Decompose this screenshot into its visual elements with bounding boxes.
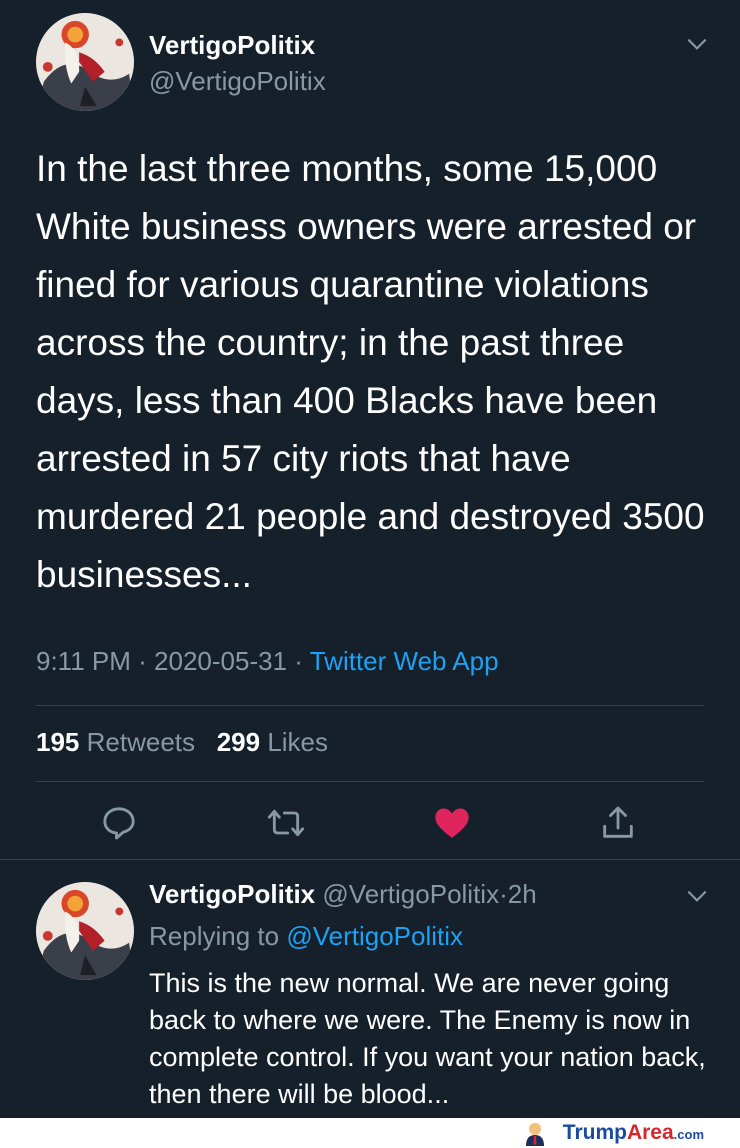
tweet-meta: 9:11 PM · 2020-05-31 · Twitter Web App bbox=[36, 646, 499, 677]
watermark-bar: TrumpArea.com bbox=[0, 1118, 740, 1148]
display-name[interactable]: VertigoPolitix bbox=[149, 30, 315, 61]
brand-first: Trump bbox=[562, 1121, 627, 1144]
brand-second: Area bbox=[626, 1121, 674, 1144]
watermark-brand: TrumpArea.com bbox=[563, 1121, 704, 1145]
tweet-source-link[interactable]: Twitter Web App bbox=[310, 646, 499, 676]
heart-icon bbox=[435, 808, 469, 838]
avatar-image bbox=[36, 882, 134, 980]
chevron-down-icon[interactable] bbox=[684, 883, 710, 909]
tweet-text: In the last three months, some 15,000 Wh… bbox=[36, 148, 705, 595]
share-icon bbox=[603, 806, 633, 838]
share-button[interactable] bbox=[598, 803, 638, 843]
retweet-button[interactable] bbox=[266, 803, 306, 843]
avatar[interactable] bbox=[36, 13, 134, 111]
likes-label: Likes bbox=[267, 727, 329, 757]
retweets-stat[interactable]: 195 Retweets bbox=[36, 727, 195, 757]
user-handle[interactable]: @VertigoPolitix bbox=[149, 66, 326, 97]
reply-header: VertigoPolitix @VertigoPolitix·2h bbox=[149, 879, 537, 910]
reply-age[interactable]: 2h bbox=[508, 879, 537, 909]
trump-mascot-icon bbox=[526, 1123, 544, 1146]
retweet-icon bbox=[267, 809, 305, 837]
tweet-date[interactable]: 2020-05-31 bbox=[154, 646, 287, 676]
replying-label: Replying to bbox=[149, 921, 280, 951]
meta-separator: · bbox=[294, 646, 303, 676]
retweets-count: 195 bbox=[36, 727, 80, 757]
avatar-image bbox=[36, 13, 134, 111]
reply-button[interactable] bbox=[99, 803, 139, 843]
chevron-down-icon[interactable] bbox=[684, 31, 710, 57]
reply-avatar[interactable] bbox=[36, 882, 134, 980]
divider bbox=[0, 859, 740, 860]
reply-icon bbox=[103, 807, 135, 840]
retweets-label: Retweets bbox=[86, 727, 196, 757]
like-button[interactable] bbox=[432, 803, 472, 843]
replying-handle-link[interactable]: @VertigoPolitix bbox=[286, 921, 463, 951]
reply-handle[interactable]: @VertigoPolitix bbox=[322, 879, 499, 909]
reply-display-name[interactable]: VertigoPolitix bbox=[149, 879, 315, 909]
brand-tld: .com bbox=[673, 1127, 704, 1142]
replying-to: Replying to @VertigoPolitix bbox=[149, 921, 463, 952]
likes-stat[interactable]: 299 Likes bbox=[217, 727, 328, 757]
likes-count: 299 bbox=[216, 727, 261, 757]
reply-tweet-text: This is the new normal. We are never goi… bbox=[149, 968, 706, 1109]
tweet-stats: 195 Retweets 299 Likes bbox=[36, 727, 328, 758]
divider bbox=[36, 705, 704, 706]
meta-separator: · bbox=[499, 879, 508, 909]
tweet-time: 9:11 PM bbox=[36, 646, 131, 676]
divider bbox=[36, 781, 704, 782]
meta-separator: · bbox=[138, 646, 147, 676]
